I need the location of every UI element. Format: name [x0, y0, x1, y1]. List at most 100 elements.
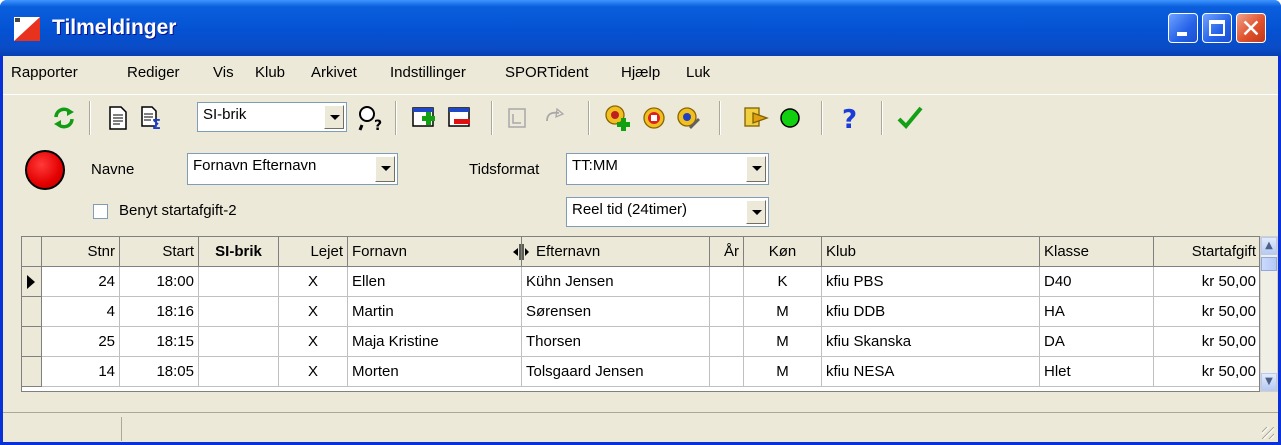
help-button[interactable]: ? — [833, 101, 867, 135]
menu-vis[interactable]: Vis — [213, 64, 234, 81]
cell-start[interactable]: 18:00 — [120, 267, 199, 297]
cell-lejet[interactable]: X — [279, 297, 348, 327]
refresh-button[interactable] — [47, 101, 81, 135]
cell-koen[interactable]: M — [744, 297, 822, 327]
cell-aar[interactable] — [710, 327, 744, 357]
cell-koen[interactable]: K — [744, 267, 822, 297]
col-header-efternavn[interactable]: Efternavn — [522, 237, 710, 267]
cell-klub[interactable]: kfiu NESA — [822, 357, 1040, 387]
cell-aar[interactable] — [710, 297, 744, 327]
cell-stnr[interactable]: 25 — [42, 327, 120, 357]
disabled-window-button[interactable] — [501, 101, 535, 135]
chevron-down-icon[interactable] — [746, 200, 766, 224]
chevron-down-icon[interactable] — [375, 156, 395, 182]
row-indicator-current[interactable] — [22, 267, 42, 297]
menu-luk[interactable]: Luk — [686, 64, 710, 81]
cell-stnr[interactable]: 4 — [42, 297, 120, 327]
disabled-refresh-button[interactable] — [537, 101, 571, 135]
cell-koen[interactable]: M — [744, 357, 822, 387]
row-indicator[interactable] — [22, 297, 42, 327]
cell-klub[interactable]: kfiu DDB — [822, 297, 1040, 327]
cell-efternavn[interactable]: Tolsgaard Jensen — [522, 357, 710, 387]
minimize-button[interactable] — [1168, 13, 1198, 43]
chevron-down-icon[interactable] — [746, 156, 766, 182]
cell-klasse[interactable]: Hlet — [1040, 357, 1154, 387]
cell-efternavn[interactable]: Thorsen — [522, 327, 710, 357]
cell-klasse[interactable]: D40 — [1040, 267, 1154, 297]
cell-startafgift[interactable]: kr 50,00 — [1154, 327, 1259, 357]
remove-window-button[interactable] — [443, 101, 477, 135]
cell-stnr[interactable]: 24 — [42, 267, 120, 297]
scroll-down-button[interactable]: ▼ — [1261, 373, 1277, 391]
row-indicator[interactable] — [22, 327, 42, 357]
cell-start[interactable]: 18:05 — [120, 357, 199, 387]
cell-klub[interactable]: kfiu Skanska — [822, 327, 1040, 357]
cell-startafgift[interactable]: kr 50,00 — [1154, 357, 1259, 387]
cell-lejet[interactable]: X — [279, 357, 348, 387]
menu-rediger[interactable]: Rediger — [127, 64, 180, 81]
add-window-button[interactable] — [407, 101, 441, 135]
cell-si-brik[interactable] — [199, 357, 279, 387]
menu-rapporter[interactable]: Rapporter — [11, 64, 78, 81]
cell-si-brik[interactable] — [199, 267, 279, 297]
menu-arkivet[interactable]: Arkivet — [311, 64, 357, 81]
maximize-button[interactable] — [1202, 13, 1232, 43]
menu-klub[interactable]: Klub — [255, 64, 285, 81]
scroll-thumb[interactable] — [1261, 257, 1277, 271]
add-runner-button[interactable] — [601, 101, 635, 135]
column-resize-icon[interactable] — [513, 244, 529, 260]
cell-si-brik[interactable] — [199, 297, 279, 327]
timeformat-combo[interactable]: TT:MM — [566, 153, 769, 185]
cell-lejet[interactable]: X — [279, 327, 348, 357]
document-sum-button[interactable]: Σ — [135, 101, 169, 135]
scroll-up-button[interactable]: ▲ — [1261, 237, 1277, 255]
cell-aar[interactable] — [710, 267, 744, 297]
menu-hjaelp[interactable]: Hjælp — [621, 64, 660, 81]
ok-button[interactable] — [893, 101, 927, 135]
col-header-si-brik[interactable]: SI-brik — [199, 237, 279, 267]
cell-startafgift[interactable]: kr 50,00 — [1154, 267, 1259, 297]
stop-button[interactable] — [637, 101, 671, 135]
cell-klasse[interactable]: DA — [1040, 327, 1154, 357]
clock-combo[interactable]: Reel tid (24timer) — [566, 197, 769, 227]
chevron-down-icon[interactable] — [324, 105, 344, 129]
cell-aar[interactable] — [710, 357, 744, 387]
title-bar[interactable]: Tilmeldinger ✕ — [0, 0, 1281, 56]
col-header-startafgift[interactable]: Startafgift — [1154, 237, 1259, 267]
menu-sportident[interactable]: SPORTident — [505, 64, 588, 81]
cell-lejet[interactable]: X — [279, 267, 348, 297]
names-combo[interactable]: Fornavn Efternavn — [187, 153, 398, 185]
cell-fornavn[interactable]: Maja Kristine — [348, 327, 522, 357]
row-indicator[interactable] — [22, 357, 42, 387]
cell-efternavn[interactable]: Sørensen — [522, 297, 710, 327]
document-button[interactable] — [101, 101, 135, 135]
cell-fornavn[interactable]: Martin — [348, 297, 522, 327]
cell-fornavn[interactable]: Ellen — [348, 267, 522, 297]
col-header-koen[interactable]: Køn — [744, 237, 822, 267]
edit-runner-button[interactable] — [671, 101, 705, 135]
col-header-klasse[interactable]: Klasse — [1040, 237, 1154, 267]
cell-start[interactable]: 18:15 — [120, 327, 199, 357]
col-header-klub[interactable]: Klub — [822, 237, 1040, 267]
col-header-aar[interactable]: År — [710, 237, 744, 267]
cell-stnr[interactable]: 14 — [42, 357, 120, 387]
cell-fornavn[interactable]: Morten — [348, 357, 522, 387]
cell-efternavn[interactable]: Kühn Jensen — [522, 267, 710, 297]
si-brik-combo[interactable]: SI-brik — [197, 102, 347, 132]
search-help-button[interactable]: ? — [354, 101, 388, 135]
cell-start[interactable]: 18:16 — [120, 297, 199, 327]
resize-grip-icon[interactable] — [1262, 427, 1274, 439]
col-header-lejet[interactable]: Lejet — [279, 237, 348, 267]
col-header-start[interactable]: Start — [120, 237, 199, 267]
export-button[interactable] — [739, 101, 773, 135]
vertical-scrollbar[interactable]: ▲ ▼ — [1260, 236, 1278, 392]
fee2-checkbox[interactable] — [93, 204, 108, 219]
green-circle-button[interactable] — [773, 101, 807, 135]
close-button[interactable]: ✕ — [1236, 13, 1266, 43]
col-header-stnr[interactable]: Stnr — [42, 237, 120, 267]
cell-startafgift[interactable]: kr 50,00 — [1154, 297, 1259, 327]
cell-klub[interactable]: kfiu PBS — [822, 267, 1040, 297]
cell-si-brik[interactable] — [199, 327, 279, 357]
col-header-fornavn[interactable]: Fornavn — [348, 237, 522, 267]
cell-klasse[interactable]: HA — [1040, 297, 1154, 327]
